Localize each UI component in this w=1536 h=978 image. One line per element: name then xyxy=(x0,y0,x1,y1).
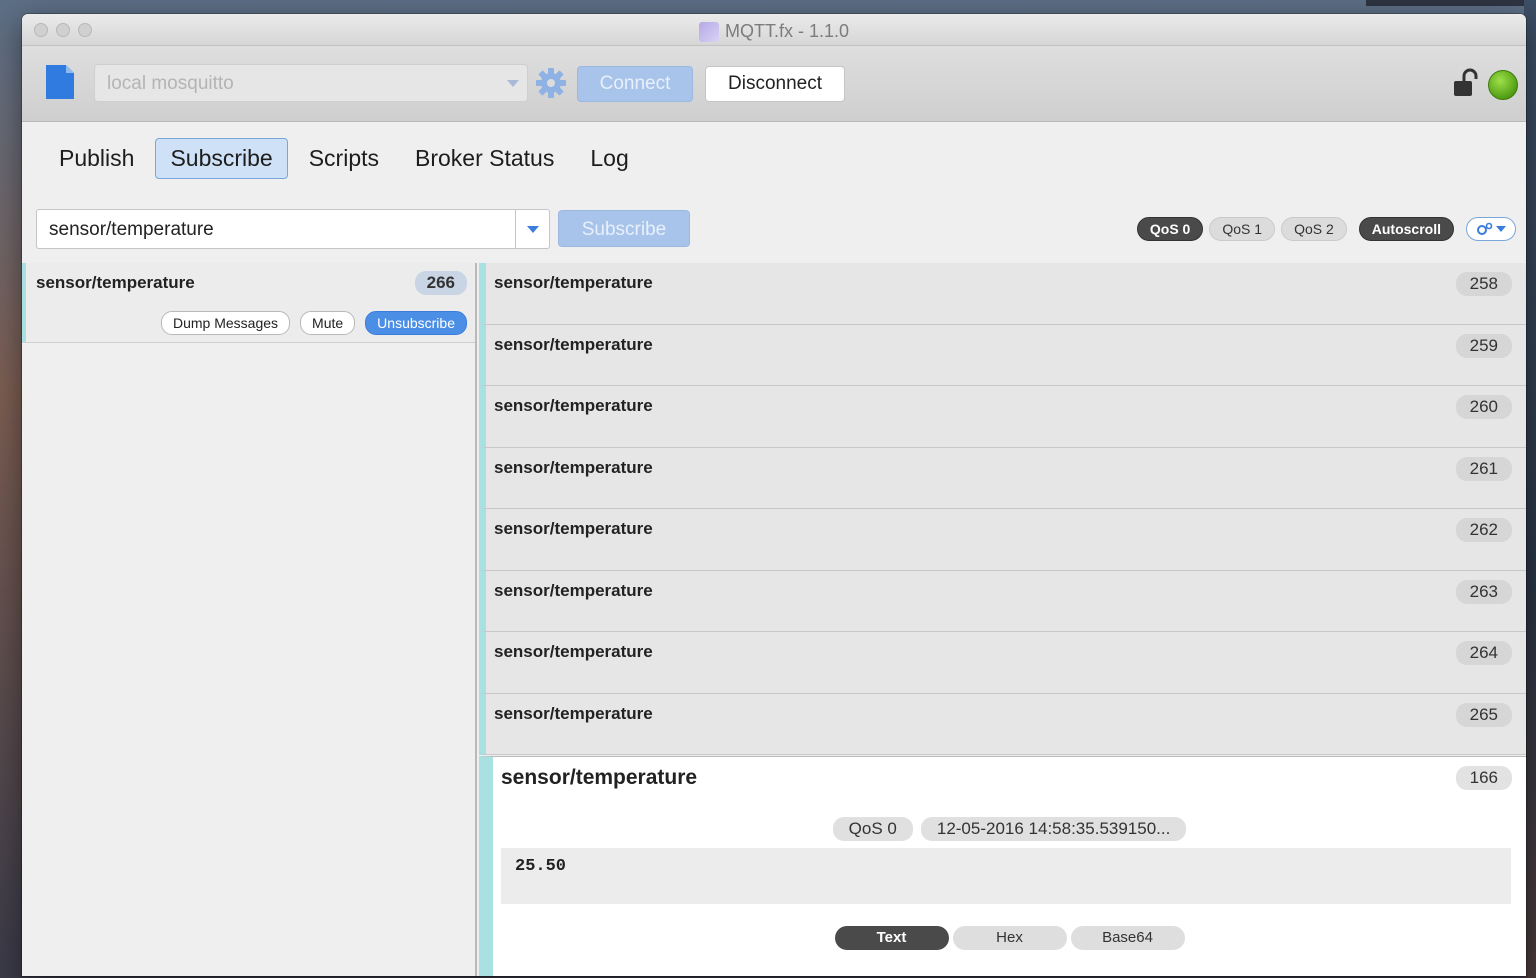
message-row[interactable]: sensor/temperature 265 xyxy=(479,693,1526,755)
subscribe-button[interactable]: Subscribe xyxy=(558,210,690,247)
main-tabs: Publish Subscribe Scripts Broker Status … xyxy=(44,138,644,179)
chevron-down-icon xyxy=(507,80,519,87)
detail-message-number: 166 xyxy=(1455,766,1512,790)
detail-timestamp: 12-05-2016 14:58:35.539150... xyxy=(920,817,1187,841)
connection-status-indicator xyxy=(1488,70,1518,100)
qos-2-toggle[interactable]: QoS 2 xyxy=(1281,217,1347,241)
subscription-actions: Dump Messages Mute Unsubscribe xyxy=(161,311,467,335)
subscription-topic: sensor/temperature xyxy=(36,273,195,292)
mute-button[interactable]: Mute xyxy=(300,311,356,335)
subscription-item[interactable]: sensor/temperature 266 Dump Messages Mut… xyxy=(22,263,475,343)
payload-format-selector: Text Hex Base64 xyxy=(493,926,1526,950)
qos-0-toggle[interactable]: QoS 0 xyxy=(1136,217,1204,241)
topic-history-dropdown[interactable] xyxy=(516,209,550,249)
view-settings-button[interactable] xyxy=(1466,217,1516,241)
message-topic: sensor/temperature xyxy=(494,396,653,415)
subscription-message-count: 266 xyxy=(414,271,467,295)
message-row[interactable]: sensor/temperature 261 xyxy=(479,447,1526,509)
message-topic: sensor/temperature xyxy=(494,642,653,661)
message-number: 261 xyxy=(1455,456,1512,481)
broker-profile-value: local mosquitto xyxy=(107,73,234,94)
autoscroll-toggle[interactable]: Autoscroll xyxy=(1358,217,1454,241)
unlocked-icon xyxy=(1454,68,1478,96)
message-row[interactable]: sensor/temperature 259 xyxy=(479,324,1526,386)
format-base64-button[interactable]: Base64 xyxy=(1070,926,1185,950)
tab-subscribe[interactable]: Subscribe xyxy=(155,138,288,179)
message-topic: sensor/temperature xyxy=(494,703,653,723)
message-row[interactable]: sensor/temperature 258 xyxy=(479,263,1526,325)
tab-publish[interactable]: Publish xyxy=(44,138,149,179)
tab-scripts[interactable]: Scripts xyxy=(294,138,394,179)
subscribe-options: QoS 0 QoS 1 QoS 2 Autoscroll xyxy=(1136,217,1516,241)
message-row[interactable]: sensor/temperature 263 xyxy=(479,570,1526,632)
disconnect-button[interactable]: Disconnect xyxy=(705,66,845,102)
dump-messages-button[interactable]: Dump Messages xyxy=(161,311,291,335)
payload-view[interactable]: 25.50 xyxy=(501,848,1511,904)
tab-broker-status[interactable]: Broker Status xyxy=(400,138,569,179)
window-title-text: MQTT.fx - 1.1.0 xyxy=(724,21,850,41)
chevron-down-icon xyxy=(527,226,539,233)
message-list: sensor/temperature 258 sensor/temperatur… xyxy=(479,263,1526,755)
connect-button[interactable]: Connect xyxy=(577,66,693,102)
message-number: 259 xyxy=(1455,333,1512,358)
gears-icon xyxy=(1477,222,1493,235)
message-number: 265 xyxy=(1455,702,1512,727)
detail-meta: QoS 0 12-05-2016 14:58:35.539150... xyxy=(493,817,1526,841)
chevron-down-icon xyxy=(1496,226,1506,232)
file-icon[interactable] xyxy=(44,63,76,101)
window-title: MQTT.fx - 1.1.0 xyxy=(22,21,1526,42)
broker-profile-select[interactable]: local mosquitto xyxy=(94,64,528,102)
message-number: 260 xyxy=(1455,395,1512,419)
unsubscribe-button[interactable]: Unsubscribe xyxy=(365,311,467,335)
message-topic: sensor/temperature xyxy=(494,580,653,600)
format-hex-button[interactable]: Hex xyxy=(952,926,1067,950)
subscriptions-pane: sensor/temperature 266 Dump Messages Mut… xyxy=(22,263,477,976)
gear-icon[interactable] xyxy=(534,66,568,100)
message-detail: sensor/temperature 166 QoS 0 12-05-2016 … xyxy=(479,756,1526,976)
qos-1-toggle[interactable]: QoS 1 xyxy=(1209,217,1276,241)
message-row[interactable]: sensor/temperature 262 xyxy=(479,509,1526,571)
detail-topic: sensor/temperature xyxy=(501,766,698,789)
desktop-background xyxy=(1366,0,1536,6)
message-number: 263 xyxy=(1455,579,1512,604)
app-window: MQTT.fx - 1.1.0 local mosquitto Connect … xyxy=(22,14,1526,976)
message-number: 262 xyxy=(1455,518,1512,542)
format-text-button[interactable]: Text xyxy=(834,926,949,950)
tab-log[interactable]: Log xyxy=(575,138,643,179)
message-row[interactable]: sensor/temperature 264 xyxy=(479,632,1526,694)
message-topic: sensor/temperature xyxy=(494,273,653,292)
message-topic: sensor/temperature xyxy=(494,334,653,354)
message-topic: sensor/temperature xyxy=(494,457,653,477)
message-number: 258 xyxy=(1455,272,1512,296)
title-bar: MQTT.fx - 1.1.0 xyxy=(22,14,1526,46)
connection-toolbar: local mosquitto Connect Disconnect xyxy=(22,46,1526,122)
topic-input[interactable]: sensor/temperature xyxy=(36,209,516,249)
message-row[interactable]: sensor/temperature 260 xyxy=(479,386,1526,448)
app-icon xyxy=(698,21,719,42)
message-number: 264 xyxy=(1455,641,1512,665)
detail-qos-badge: QoS 0 xyxy=(832,817,913,841)
message-topic: sensor/temperature xyxy=(494,519,653,538)
